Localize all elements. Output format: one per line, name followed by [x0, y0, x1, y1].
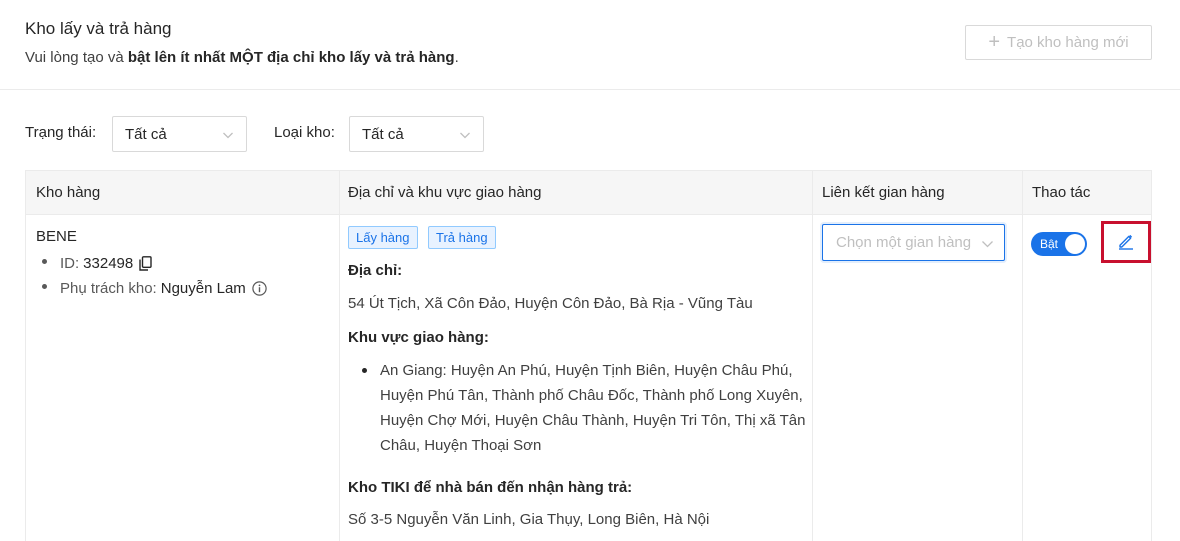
tag-return: Trả hàng [428, 226, 496, 249]
column-header-actions: Thao tác [1032, 184, 1091, 201]
plus-icon: + [988, 30, 1001, 53]
store-select-placeholder: Chọn một gian hàng [836, 234, 972, 251]
warehouse-manager-label: Phụ trách kho: [60, 279, 157, 297]
create-warehouse-label: Tạo kho hàng mới [1007, 34, 1129, 51]
pencil-icon [1117, 232, 1135, 253]
column-divider [812, 171, 813, 541]
status-filter-value: Tất cả [125, 125, 167, 143]
create-warehouse-button[interactable]: + Tạo kho hàng mới [965, 25, 1152, 60]
page-title: Kho lấy và trả hàng [25, 19, 172, 38]
address-value: 54 Út Tịch, Xã Côn Đảo, Huyện Côn Đảo, B… [348, 295, 753, 312]
toggle-knob [1065, 234, 1085, 254]
delivery-area-label: Khu vực giao hàng: [348, 329, 489, 346]
return-warehouse-value: Số 3-5 Nguyễn Văn Linh, Gia Thụy, Long B… [348, 511, 710, 528]
delivery-area-item: An Giang: Huyện An Phú, Huyện Tịnh Biên,… [359, 358, 809, 458]
warehouse-name: BENE [36, 228, 77, 245]
chevron-down-icon [981, 237, 994, 254]
warehouse-manager: Phụ trách kho: Nguyễn Lam [40, 276, 267, 301]
status-filter-select[interactable]: Tất cả [112, 116, 247, 152]
page-header: Kho lấy và trả hàng Vui lòng tạo và bật … [0, 0, 1180, 90]
warehouse-table: Kho hàng Địa chỉ và khu vực giao hàng Li… [25, 170, 1152, 541]
column-header-warehouse: Kho hàng [36, 184, 101, 201]
warehouse-id-label: ID: [60, 254, 80, 272]
address-label: Địa chỉ: [348, 262, 403, 279]
toggle-label: Bật [1040, 237, 1059, 251]
column-divider [339, 171, 340, 541]
warehouse-id: ID: 332498 [40, 251, 267, 276]
type-filter-label: Loại kho: [274, 124, 335, 141]
description-emphasis: bật lên ít nhất MỘT địa chỉ kho lấy và t… [127, 49, 455, 66]
type-filter-select[interactable]: Tất cả [349, 116, 484, 152]
return-warehouse-label: Kho TIKI để nhà bán đến nhận hàng trả: [348, 479, 633, 496]
page-description: Vui lòng tạo và bật lên ít nhất MỘT địa … [25, 49, 459, 66]
delivery-area-list: An Giang: Huyện An Phú, Huyện Tịnh Biên,… [359, 358, 809, 458]
column-divider [1022, 171, 1023, 541]
warehouse-details: ID: 332498 Phụ trách kho: Nguyễn Lam [40, 251, 267, 301]
tag-pickup: Lấy hàng [348, 226, 418, 249]
column-header-store-link: Liên kết gian hàng [822, 184, 945, 201]
edit-button[interactable] [1101, 221, 1151, 263]
description-prefix: Vui lòng tạo và [25, 49, 128, 66]
warehouse-id-value: 332498 [83, 254, 134, 272]
info-icon[interactable] [252, 281, 267, 296]
copy-icon[interactable] [139, 256, 152, 271]
table-header: Kho hàng Địa chỉ và khu vực giao hàng Li… [26, 171, 1151, 215]
chevron-down-icon [222, 128, 234, 145]
warehouse-manager-value: Nguyễn Lam [160, 279, 246, 297]
active-toggle[interactable]: Bật [1031, 232, 1087, 256]
description-suffix: . [454, 49, 459, 66]
chevron-down-icon [459, 128, 471, 145]
store-select[interactable]: Chọn một gian hàng [822, 224, 1005, 261]
type-filter-value: Tất cả [362, 125, 404, 143]
column-header-address: Địa chỉ và khu vực giao hàng [348, 184, 542, 201]
status-filter-label: Trạng thái: [25, 124, 97, 141]
